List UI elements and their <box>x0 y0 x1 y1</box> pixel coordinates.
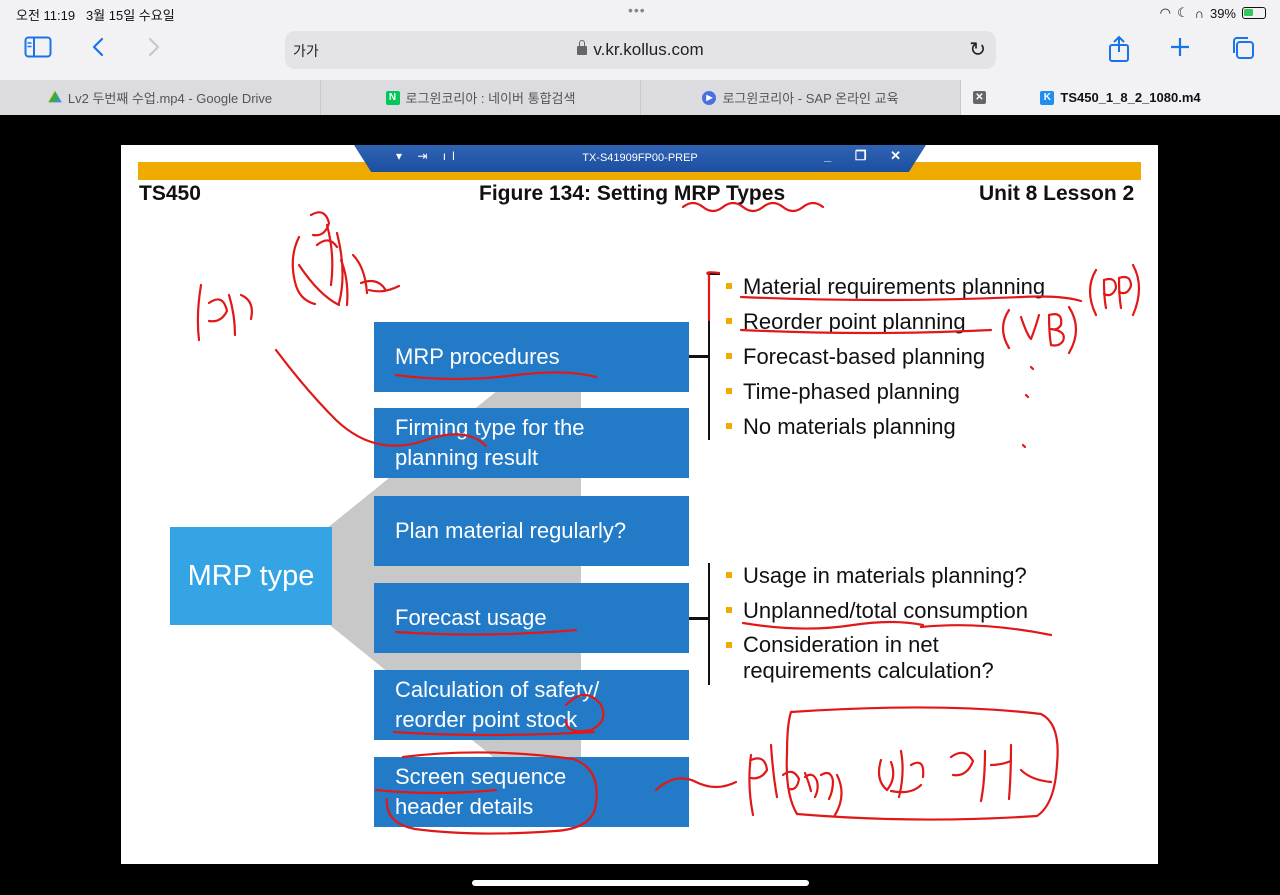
status-right: ◠ ☾ ∩ 39% <box>1160 5 1266 21</box>
google-drive-icon <box>47 90 62 103</box>
status-bar: 오전 11:19 3월 15일 수요일 ••• ◠ ☾ ∩ 39% <box>0 0 1280 26</box>
mrp-type-box: MRP type <box>170 527 332 625</box>
close-tab-icon[interactable]: ✕ <box>973 91 986 104</box>
bracket-tick <box>708 272 720 275</box>
course-code: TS450 <box>139 182 201 205</box>
list-item: Material requirements planning <box>725 269 1045 304</box>
url-text: v.kr.kollus.com <box>285 40 996 60</box>
tab-sap-education[interactable]: ▶ 로그윈코리아 - SAP 온라인 교육 <box>641 80 961 115</box>
wifi-icon: ◠ <box>1159 5 1171 20</box>
connector-line <box>689 617 709 620</box>
forward-icon[interactable] <box>136 35 172 67</box>
procedures-list: Material requirements planning Reorder p… <box>725 269 1045 444</box>
connector-shape <box>321 323 581 828</box>
naver-icon: N <box>385 90 400 105</box>
forecast-list: Usage in materials planning? Unplanned/t… <box>725 558 1028 684</box>
connector-line <box>689 355 709 358</box>
procedures-bracket <box>708 272 710 440</box>
home-indicator[interactable] <box>472 880 809 886</box>
battery-icon <box>1242 7 1266 19</box>
figure-title: Figure 134: Setting MRP Types <box>479 182 786 205</box>
list-item: No materials planning <box>725 409 1045 444</box>
moon-icon: ☾ <box>1176 5 1189 20</box>
list-item: Time-phased planning <box>725 374 1045 409</box>
browser-toolbar: 가가 v.kr.kollus.com ↻ <box>0 26 1280 80</box>
lock-icon <box>577 40 588 55</box>
video-slide[interactable]: ▾ ⇥ ıl TX-S41909FP00-PREP _ ❐ ✕ TS450 Fi… <box>121 145 1158 864</box>
sidebar-icon[interactable] <box>20 35 56 67</box>
box-forecast-usage: Forecast usage <box>374 583 689 653</box>
list-item: Usage in materials planning? <box>725 558 1028 593</box>
list-item: Reorder point planning <box>725 304 1045 339</box>
tab-kollus-video[interactable]: ✕ K TS450_1_8_2_1080.m4 <box>961 80 1280 115</box>
back-icon[interactable] <box>80 35 116 67</box>
address-bar[interactable]: 가가 v.kr.kollus.com ↻ <box>285 31 996 69</box>
list-item: Forecast-based planning <box>725 339 1045 374</box>
reload-icon[interactable]: ↻ <box>969 37 986 62</box>
play-icon: ▶ <box>702 90 717 105</box>
tab-overview-icon[interactable] <box>1225 35 1261 67</box>
box-screen-sequence: Screen sequence header details <box>374 757 689 827</box>
status-time: 오전 11:19 3월 15일 수요일 <box>16 8 175 23</box>
box-firming-type: Firming type for the planning result <box>374 408 689 478</box>
tab-google-drive[interactable]: Lv2 두번째 수업.mp4 - Google Drive <box>0 80 321 115</box>
unit-lesson: Unit 8 Lesson 2 <box>979 182 1135 205</box>
new-tab-icon[interactable] <box>1162 35 1198 67</box>
forecast-bracket <box>708 563 710 685</box>
battery-percent: 39% <box>1209 5 1236 21</box>
list-item: Consideration in net requirements calcula… <box>725 628 1028 684</box>
remote-desktop-bar[interactable]: ▾ ⇥ ıl TX-S41909FP00-PREP _ ❐ ✕ <box>354 145 926 172</box>
tab-naver[interactable]: N 로그윈코리아 : 네이버 통합검색 <box>321 80 641 115</box>
window-controls[interactable]: _ ❐ ✕ <box>824 148 911 164</box>
box-plan-regularly: Plan material regularly? <box>374 496 689 566</box>
headphones-icon: ∩ <box>1194 5 1204 21</box>
multitasking-dots[interactable]: ••• <box>628 2 646 18</box>
box-mrp-procedures: MRP procedures <box>374 322 689 392</box>
box-safety-stock: Calculation of safety/reorder point stoc… <box>374 670 689 740</box>
kollus-icon: K <box>1040 90 1055 105</box>
list-item: Unplanned/total consumption <box>725 593 1028 628</box>
tab-bar: Lv2 두번째 수업.mp4 - Google Drive N 로그윈코리아 :… <box>0 80 1280 115</box>
share-icon[interactable] <box>1101 35 1137 67</box>
